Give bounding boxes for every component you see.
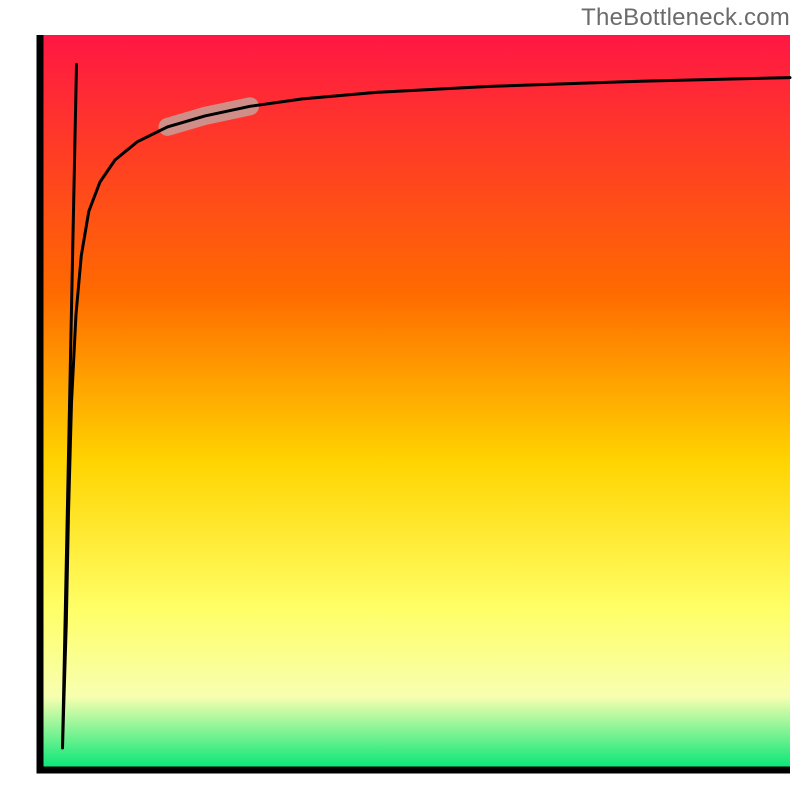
heat-gradient-background — [40, 35, 790, 770]
bottleneck-chart — [0, 0, 800, 800]
chart-stage: TheBottleneck.com — [0, 0, 800, 800]
